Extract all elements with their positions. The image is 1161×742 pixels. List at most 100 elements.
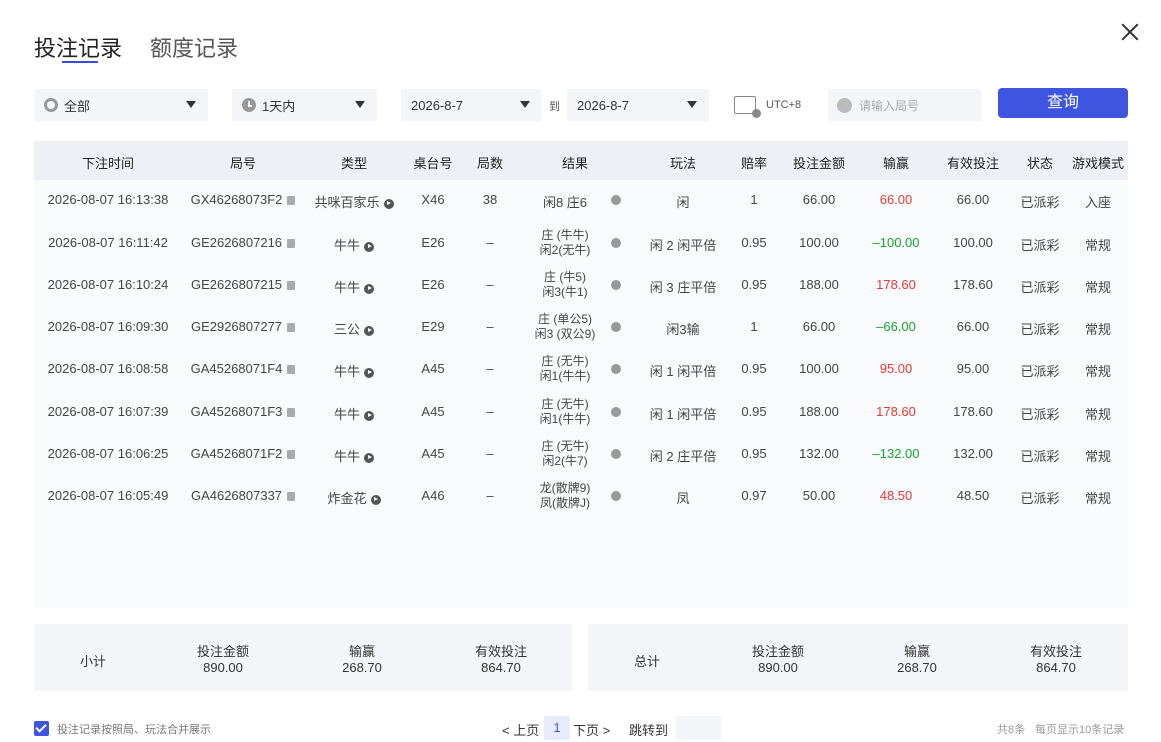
tab-quota-records[interactable]: 额度记录 bbox=[150, 31, 238, 63]
result-info-icon[interactable] bbox=[611, 322, 621, 332]
row-table-no: E29 bbox=[421, 319, 445, 334]
subtotal-bet-value: 890.00 bbox=[203, 660, 243, 675]
result-info-icon[interactable] bbox=[611, 280, 621, 290]
row-result-line1: 龙(散牌9) bbox=[539, 481, 591, 495]
next-page-button[interactable]: 下页 > bbox=[573, 720, 610, 739]
row-round-id: GE2626807216 bbox=[183, 235, 303, 250]
replay-icon[interactable] bbox=[370, 494, 381, 505]
copy-icon[interactable] bbox=[287, 323, 296, 333]
replay-icon[interactable] bbox=[364, 241, 374, 252]
result-info-icon[interactable] bbox=[611, 364, 621, 374]
tab-bet-records[interactable]: 投注记录 bbox=[34, 31, 122, 63]
date-to-select[interactable]: 2026-8-7 bbox=[567, 89, 709, 121]
row-result-line2: 闲2(无牛) bbox=[539, 243, 591, 257]
row-win: 178.60 bbox=[876, 404, 916, 419]
row-table-no: A45 bbox=[421, 361, 445, 376]
active-tab-indicator bbox=[62, 61, 98, 63]
row-round-id: GA45268071F3 bbox=[183, 404, 303, 419]
caret-down-icon bbox=[520, 101, 530, 108]
subtotal-win-value: 268.70 bbox=[342, 660, 382, 675]
clock-icon bbox=[242, 98, 256, 112]
row-shoe: – bbox=[486, 488, 494, 503]
result-info-icon[interactable] bbox=[611, 491, 621, 501]
row-round-text: GE2926807277 bbox=[190, 319, 283, 334]
row-win: 178.60 bbox=[876, 277, 916, 292]
date-from-value: 2026-8-7 bbox=[411, 97, 464, 113]
period-filter-value: 1天内 bbox=[262, 98, 296, 114]
header-shoe: 局数 bbox=[476, 156, 503, 171]
row-type-text: 牛牛 bbox=[333, 449, 360, 464]
header-bet: 投注金额 bbox=[792, 156, 845, 171]
total-bet-label: 投注金额 bbox=[751, 644, 804, 659]
row-type: 炸金花 bbox=[304, 488, 404, 507]
row-play: 闲 2 庄平倍 bbox=[649, 449, 717, 464]
copy-icon[interactable] bbox=[287, 196, 296, 206]
row-odds: 0.95 bbox=[741, 361, 767, 376]
round-search-input[interactable]: 请输入局号 bbox=[828, 89, 982, 121]
replay-icon[interactable] bbox=[364, 283, 374, 294]
copy-icon[interactable] bbox=[287, 450, 296, 460]
total-bet-value: 890.00 bbox=[758, 660, 798, 675]
copy-icon[interactable] bbox=[287, 365, 296, 375]
subtotal-bet-label: 投注金额 bbox=[196, 644, 249, 659]
row-odds: 0.95 bbox=[741, 277, 767, 292]
replay-icon[interactable] bbox=[364, 367, 374, 378]
row-bet: 100.00 bbox=[799, 235, 839, 250]
row-win: –132.00 bbox=[872, 446, 920, 461]
row-type: 牛牛 bbox=[304, 446, 404, 465]
copy-icon[interactable] bbox=[287, 239, 296, 249]
calendar-timezone-icon[interactable] bbox=[734, 96, 761, 118]
row-result-line1: 庄 (牛5) bbox=[543, 270, 586, 284]
result-info-icon[interactable] bbox=[611, 238, 621, 248]
row-round-text: GA45268071F3 bbox=[190, 404, 283, 419]
row-type-text: 共咪百家乐 bbox=[314, 195, 380, 210]
game-filter-select[interactable]: 全部 bbox=[34, 89, 208, 121]
row-round-id: GE2926807277 bbox=[183, 319, 303, 334]
replay-icon[interactable] bbox=[364, 452, 374, 463]
row-time: 2026-08-07 16:13:38 bbox=[47, 192, 169, 207]
query-button[interactable]: 查询 bbox=[998, 88, 1128, 118]
row-result-line2: 凤(散牌J) bbox=[540, 496, 590, 510]
close-icon[interactable] bbox=[1118, 20, 1142, 44]
row-status: 已派彩 bbox=[1020, 449, 1060, 464]
current-page-button[interactable]: 1 bbox=[544, 716, 570, 740]
copy-icon[interactable] bbox=[287, 492, 296, 502]
total-valid-label: 有效投注 bbox=[1029, 644, 1082, 659]
row-shoe: – bbox=[486, 404, 494, 419]
merge-records-checkbox[interactable] bbox=[34, 721, 49, 736]
row-type-text: 牛牛 bbox=[333, 407, 360, 422]
header-round: 局号 bbox=[229, 156, 256, 171]
date-from-select[interactable]: 2026-8-7 bbox=[401, 89, 542, 121]
row-type: 牛牛 bbox=[304, 235, 404, 254]
row-round-text: GE2626807216 bbox=[190, 235, 283, 250]
row-round-id: GA45268071F2 bbox=[183, 446, 303, 461]
period-filter-select[interactable]: 1天内 bbox=[232, 89, 377, 121]
row-time: 2026-08-07 16:10:24 bbox=[47, 277, 169, 292]
record-count: 共8条 bbox=[997, 724, 1026, 736]
row-result-line1: 庄 (无牛) bbox=[541, 397, 589, 411]
header-status: 状态 bbox=[1026, 156, 1053, 171]
result-info-icon[interactable] bbox=[611, 195, 621, 205]
row-valid: 66.00 bbox=[956, 319, 990, 334]
row-result-line2: 闲3 (双公9) bbox=[534, 327, 596, 341]
row-play: 闲 bbox=[676, 195, 690, 210]
row-result-line1: 庄 (无牛) bbox=[541, 439, 589, 453]
replay-icon[interactable] bbox=[364, 410, 374, 421]
header-mode: 游戏模式 bbox=[1071, 156, 1124, 171]
row-win: 95.00 bbox=[879, 361, 913, 376]
row-round-text: GA45268071F2 bbox=[190, 446, 283, 461]
row-table-no: E26 bbox=[421, 235, 445, 250]
jump-page-input[interactable] bbox=[676, 716, 721, 740]
row-type: 三公 bbox=[304, 319, 404, 338]
result-info-icon[interactable] bbox=[611, 407, 621, 417]
copy-icon[interactable] bbox=[287, 281, 296, 291]
copy-icon[interactable] bbox=[287, 408, 296, 418]
replay-icon[interactable] bbox=[383, 198, 394, 209]
result-info-icon[interactable] bbox=[611, 449, 621, 459]
row-table-no: A45 bbox=[421, 404, 445, 419]
row-result-line2: 闲1(牛牛) bbox=[539, 412, 591, 426]
row-mode: 常规 bbox=[1084, 407, 1111, 422]
row-valid: 48.50 bbox=[956, 488, 990, 503]
replay-icon[interactable] bbox=[364, 325, 374, 336]
prev-page-button[interactable]: < 上页 bbox=[502, 720, 539, 739]
